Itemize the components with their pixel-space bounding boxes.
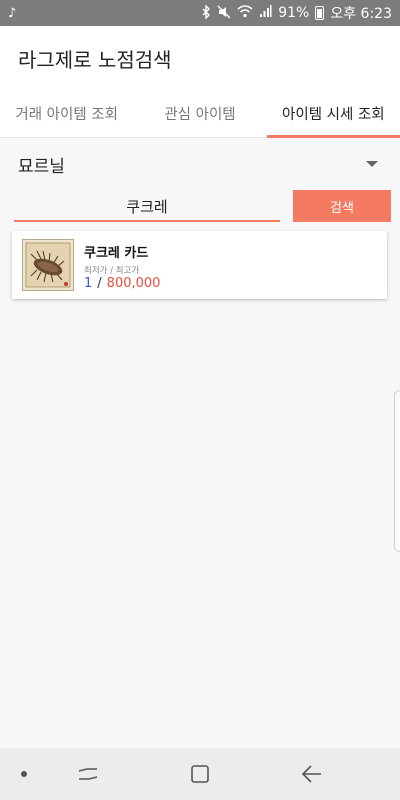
server-dropdown-value: 묘르닐 [18, 156, 65, 177]
mute-icon [217, 5, 231, 22]
clock: 오후 6:23 [330, 6, 392, 22]
server-dropdown[interactable]: 묘르닐 [18, 152, 378, 177]
battery-percent: 91% [278, 5, 310, 21]
main-content: 묘르닐 검색 쿠크레 카드 최저가 / 최 [0, 138, 400, 748]
price-label: 최저가 / 최고가 [84, 266, 140, 276]
app-title: 라그제로 노점검색 [18, 47, 172, 72]
dot-icon[interactable] [21, 771, 27, 777]
result-card[interactable]: 쿠크레 카드 최저가 / 최고가 1 / 800,000 [12, 231, 387, 299]
music-note-icon: ♪ [8, 5, 17, 21]
kukre-card-image [22, 239, 74, 291]
bluetooth-icon [202, 3, 211, 22]
signal-icon [259, 5, 272, 21]
price-range: 1 / 800,000 [84, 276, 160, 291]
dropdown-arrow-icon [366, 161, 378, 167]
edge-panel-handle[interactable] [394, 390, 400, 552]
price-separator: / [97, 276, 102, 291]
battery-icon [315, 6, 325, 20]
app-bar: 라그제로 노점검색 [0, 26, 400, 90]
tab-trade-items[interactable]: 거래 아이템 조회 [0, 90, 133, 137]
home-icon[interactable] [188, 762, 212, 786]
tab-label: 아이템 시세 조회 [282, 107, 385, 123]
tab-label: 거래 아이템 조회 [15, 107, 118, 123]
tab-favorite-items[interactable]: 관심 아이템 [133, 90, 266, 137]
wifi-icon [237, 5, 253, 21]
tab-label: 관심 아이템 [164, 107, 236, 123]
tab-price-lookup[interactable]: 아이템 시세 조회 [266, 90, 400, 138]
search-input[interactable] [14, 192, 280, 222]
back-icon[interactable] [300, 762, 324, 786]
status-bar: ♪ 91% 오후 6:23 [0, 0, 400, 26]
recent-apps-icon[interactable] [76, 762, 100, 786]
min-price: 1 [84, 276, 93, 291]
navigation-bar [0, 748, 400, 800]
item-name: 쿠크레 카드 [84, 246, 149, 261]
tab-bar: 거래 아이템 조회 관심 아이템 아이템 시세 조회 [0, 90, 400, 138]
max-price: 800,000 [106, 276, 161, 291]
search-button[interactable]: 검색 [293, 190, 391, 222]
